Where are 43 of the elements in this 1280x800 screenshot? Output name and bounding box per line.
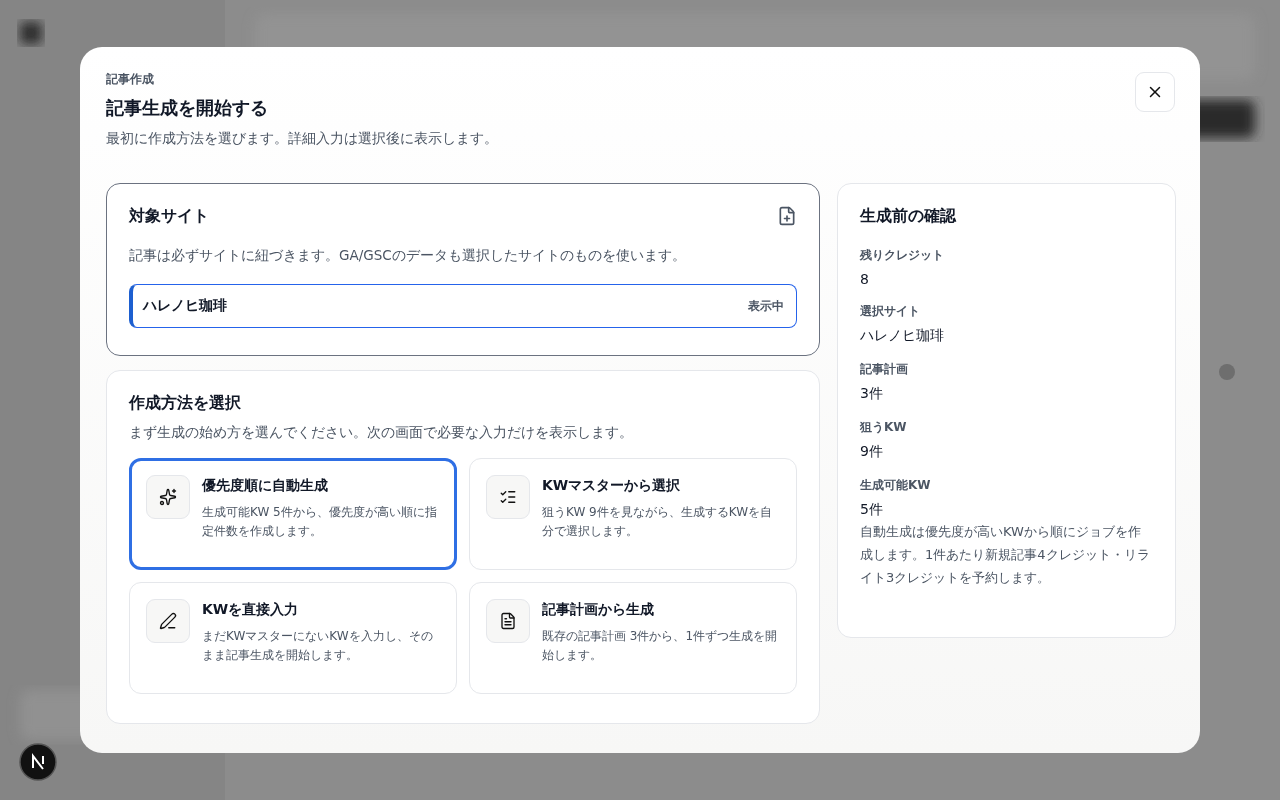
option-description: 既存の記事計画 3件から、1件ずつ生成を開始します。 [542,628,779,665]
site-name: ハレノヒ珈琲 [143,297,227,315]
nextjs-logo[interactable] [19,743,57,781]
dialog-title: 記事生成を開始する [106,96,269,120]
blurred-dot [1219,364,1235,380]
option-title: 優先度順に自動生成 [202,477,329,495]
card-title: 対象サイト [129,206,209,227]
close-button[interactable] [1135,72,1175,112]
summary-label: 狙うKW [860,419,908,436]
summary-label: 記事計画 [860,361,909,378]
summary-note: 自動生成は優先度が高いKWから順にジョブを作成します。1件あたり新規記事4クレジット・リライト3クレジットを予約します。 [860,523,1151,587]
dialog-eyebrow: 記事作成 [106,71,155,88]
card-title: 作成方法を選択 [129,393,241,414]
method-option[interactable]: 記事計画から生成 既存の記事計画 3件から、1件ずつ生成を開始します。 [469,582,797,694]
document-icon [499,612,517,630]
card-description: まず生成の始め方を選んでください。次の画面で必要な入力だけを表示します。 [129,424,634,442]
option-title: 記事計画から生成 [542,601,655,619]
summary-value: 3件 [860,385,884,403]
option-description: まだKWマスターにないKWを入力し、そのまま記事生成を開始します。 [202,628,434,665]
card-title: 生成前の確認 [860,206,956,227]
summary-value: ハレノヒ珈琲 [860,327,945,345]
site-option[interactable]: ハレノヒ珈琲 表示中 [129,284,797,328]
option-description: 生成可能KW 5件から、優先度が高い順に指定件数を作成します。 [202,504,438,541]
dialog-description: 最初に作成方法を選びます。詳細入力は選択後に表示します。 [106,130,499,148]
pencil-icon [159,612,177,630]
method-option[interactable]: 優先度順に自動生成 生成可能KW 5件から、優先度が高い順に指定件数を作成します。 [129,458,457,570]
summary-label: 選択サイト [860,303,921,320]
blurred-logo [20,22,42,44]
summary-value: 8 [860,271,870,287]
summary-value: 5件 [860,501,884,519]
option-description: 狙うKW 9件を見ながら、生成するKWを自分で選択します。 [542,504,774,541]
checklist-icon [499,488,517,506]
option-title: KWを直接入力 [202,601,300,619]
summary-label: 生成可能KW [860,477,932,494]
status-label: 表示中 [748,297,784,315]
summary-label: 残りクレジット [860,247,945,264]
method-option[interactable]: KWを直接入力 まだKWマスターにないKWを入力し、そのまま記事生成を開始します。 [129,582,457,694]
file-plus-icon[interactable] [777,206,797,226]
card-description: 記事は必ずサイトに紐づきます。GA/GSCのデータも選択したサイトのものを使います。 [129,247,687,265]
sparkle-icon [159,488,177,506]
method-option[interactable]: KWマスターから選択 狙うKW 9件を見ながら、生成するKWを自分で選択します。 [469,458,797,570]
option-title: KWマスターから選択 [542,477,682,495]
summary-value: 9件 [860,443,884,461]
